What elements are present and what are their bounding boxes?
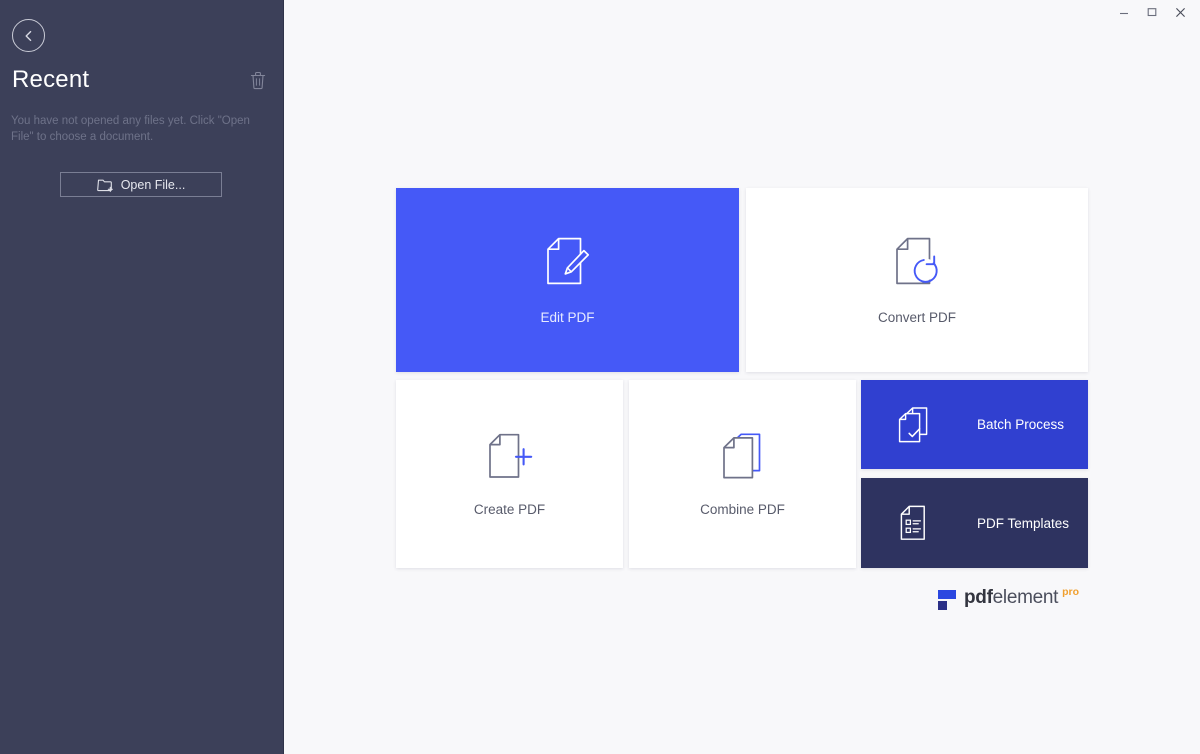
logo-name-bold: pdf bbox=[964, 587, 993, 608]
action-tile-grid: Edit PDF Convert PDF Create PDF Combine … bbox=[396, 188, 1088, 568]
documents-stack-icon bbox=[721, 432, 765, 480]
trash-icon bbox=[250, 71, 266, 90]
recent-empty-message: You have not opened any files yet. Click… bbox=[11, 115, 250, 143]
tile-label: Combine PDF bbox=[700, 501, 785, 517]
back-button[interactable] bbox=[12, 19, 45, 52]
close-icon bbox=[1175, 7, 1185, 17]
main-content: Edit PDF Convert PDF Create PDF Combine … bbox=[284, 0, 1200, 754]
page-title: Recent bbox=[12, 66, 90, 93]
pdfelement-logo: pdfelement pro bbox=[936, 585, 1079, 611]
document-plus-icon bbox=[487, 432, 533, 480]
tile-batch-process[interactable]: Batch Process bbox=[861, 380, 1088, 469]
sidebar: Recent You have not opened any files yet… bbox=[0, 0, 284, 754]
minimize-button[interactable] bbox=[1110, 0, 1138, 24]
chevron-left-icon bbox=[24, 30, 31, 41]
logo-wordmark: pdfelement bbox=[964, 587, 1058, 609]
clear-recent-button[interactable] bbox=[247, 68, 269, 92]
logo-bar-top bbox=[938, 590, 956, 599]
tile-pdf-templates[interactable]: PDF Templates bbox=[861, 478, 1088, 568]
maximize-icon bbox=[1147, 8, 1157, 17]
tile-combine-pdf[interactable]: Combine PDF bbox=[629, 380, 856, 568]
document-refresh-icon bbox=[894, 236, 940, 286]
tile-label: Create PDF bbox=[473, 501, 546, 517]
documents-check-icon bbox=[893, 406, 935, 444]
tile-label: PDF Templates bbox=[977, 515, 1070, 531]
maximize-button[interactable] bbox=[1138, 0, 1166, 24]
window-controls bbox=[1110, 0, 1194, 24]
pdfelement-logo-mark-icon bbox=[936, 589, 956, 611]
folder-plus-icon bbox=[96, 179, 113, 192]
minimize-icon bbox=[1120, 12, 1128, 15]
open-file-button[interactable]: Open File... bbox=[60, 172, 222, 197]
logo-bar-bottom bbox=[938, 601, 947, 610]
tile-label: Edit PDF bbox=[540, 309, 595, 325]
tile-label: Batch Process bbox=[977, 417, 1065, 432]
open-file-label: Open File... bbox=[120, 177, 186, 192]
document-list-icon bbox=[893, 504, 935, 542]
logo-name-light: element bbox=[992, 587, 1059, 608]
tile-edit-pdf[interactable]: Edit PDF bbox=[396, 188, 739, 372]
tile-create-pdf[interactable]: Create PDF bbox=[396, 380, 623, 568]
tile-convert-pdf[interactable]: Convert PDF bbox=[746, 188, 1088, 372]
document-pencil-icon bbox=[545, 236, 591, 286]
logo-pro-badge: pro bbox=[1062, 586, 1080, 598]
close-button[interactable] bbox=[1166, 0, 1194, 24]
tile-label: Convert PDF bbox=[877, 309, 957, 325]
recent-header: Recent bbox=[12, 66, 269, 94]
app-window: Recent You have not opened any files yet… bbox=[0, 0, 1200, 754]
